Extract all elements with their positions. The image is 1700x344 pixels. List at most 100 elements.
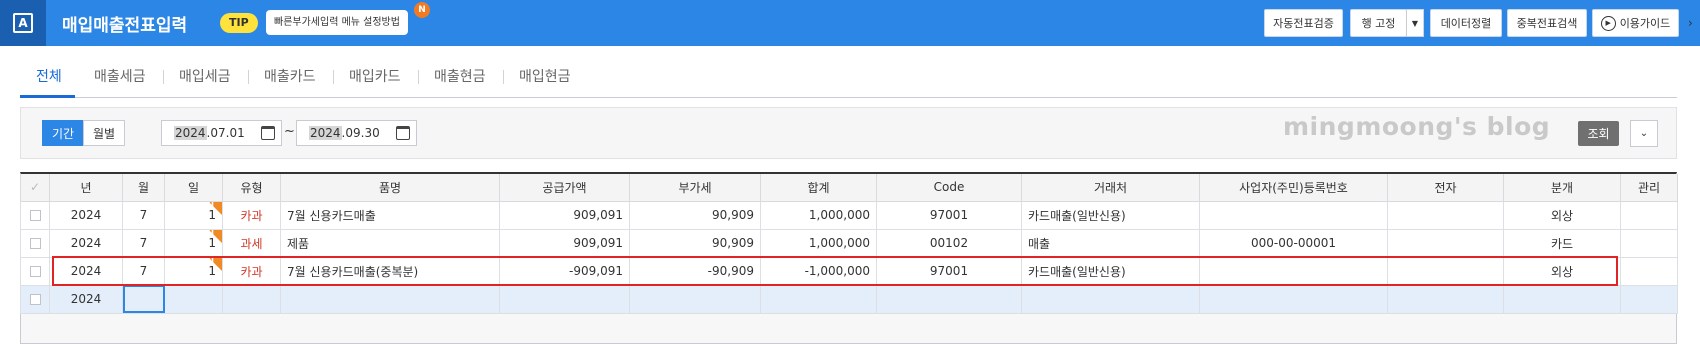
tip-bubble[interactable]: 빠른부가세입력 메뉴 설정방법 bbox=[266, 10, 408, 35]
cell-month[interactable]: 7 bbox=[122, 228, 165, 258]
start-date-input[interactable]: 2024.07.01 bbox=[161, 120, 282, 146]
cell-bizno[interactable] bbox=[1199, 200, 1388, 230]
cell-supply-input[interactable] bbox=[499, 284, 630, 314]
cell-total-input[interactable] bbox=[760, 284, 877, 314]
calendar-icon[interactable] bbox=[261, 126, 275, 140]
cell-item[interactable]: 7월 신용카드매출 bbox=[280, 200, 500, 230]
expand-toggle[interactable]: ⌄ bbox=[1630, 120, 1658, 147]
cell-partner-input[interactable] bbox=[1021, 284, 1200, 314]
col-header-code[interactable]: Code bbox=[876, 174, 1022, 202]
cell-type-input[interactable] bbox=[222, 284, 281, 314]
col-header-item[interactable]: 품명 bbox=[280, 174, 500, 202]
row-checkbox-cell[interactable] bbox=[20, 200, 50, 230]
cell-code[interactable]: 97001 bbox=[876, 256, 1022, 286]
cell-vat[interactable]: 90,909 bbox=[629, 228, 761, 258]
cell-total[interactable]: 1,000,000 bbox=[760, 200, 877, 230]
cell-electronic[interactable] bbox=[1387, 256, 1504, 286]
cell-total[interactable]: 1,000,000 bbox=[760, 228, 877, 258]
cell-month[interactable]: 7 bbox=[122, 256, 165, 286]
cell-month[interactable]: 7 bbox=[122, 200, 165, 230]
guide-button[interactable]: ▶ 이용가이드 bbox=[1592, 9, 1679, 37]
app-logo[interactable]: A bbox=[0, 0, 46, 46]
col-header-bizno[interactable]: 사업자(주민)등록번호 bbox=[1199, 174, 1388, 202]
row-checkbox[interactable] bbox=[29, 266, 41, 277]
cell-vat-input[interactable] bbox=[629, 284, 761, 314]
col-header-partner[interactable]: 거래처 bbox=[1021, 174, 1200, 202]
auto-verify-button[interactable]: 자동전표검증 bbox=[1264, 9, 1343, 37]
cell-journal[interactable]: 카드 bbox=[1503, 228, 1621, 258]
cell-code[interactable]: 00102 bbox=[876, 228, 1022, 258]
cell-supply[interactable]: -909,091 bbox=[499, 256, 630, 286]
tab-purchase-card[interactable]: 매입카드 bbox=[349, 66, 401, 86]
cell-type[interactable]: 과세 bbox=[222, 228, 281, 258]
cell-day[interactable]: 1U bbox=[164, 200, 223, 230]
col-header-check[interactable]: ✓ bbox=[20, 174, 50, 202]
tip-badge[interactable]: TIP bbox=[220, 13, 258, 33]
cell-year[interactable]: 2024 bbox=[49, 256, 123, 286]
cell-manage[interactable] bbox=[1620, 200, 1678, 230]
row-checkbox-cell[interactable] bbox=[20, 228, 50, 258]
cell-year[interactable]: 2024 bbox=[49, 200, 123, 230]
cell-year[interactable]: 2024 bbox=[49, 284, 123, 314]
row-fix-dropdown[interactable]: ▼ bbox=[1406, 9, 1424, 37]
tab-purchase-cash[interactable]: 매입현금 bbox=[519, 66, 571, 86]
col-header-day[interactable]: 일 bbox=[164, 174, 223, 202]
cell-day[interactable]: 1N bbox=[164, 256, 223, 286]
cell-item[interactable]: 7월 신용카드매출(중복분) bbox=[280, 256, 500, 286]
monthly-toggle[interactable]: 월별 bbox=[83, 120, 125, 146]
dup-search-button[interactable]: 중복전표검색 bbox=[1507, 9, 1587, 37]
cell-vat[interactable]: -90,909 bbox=[629, 256, 761, 286]
tab-sales-card[interactable]: 매출카드 bbox=[264, 66, 316, 86]
cell-partner[interactable]: 카드매출(일반신용) bbox=[1021, 256, 1200, 286]
chevron-right-icon[interactable]: › bbox=[1688, 16, 1693, 30]
new-entry-row[interactable]: 2024 bbox=[20, 284, 1678, 314]
col-header-manage[interactable]: 관리 bbox=[1620, 174, 1678, 202]
cell-manage[interactable] bbox=[1620, 256, 1678, 286]
cell-journal-input[interactable] bbox=[1503, 284, 1621, 314]
cell-manage-input[interactable] bbox=[1620, 284, 1678, 314]
row-checkbox[interactable] bbox=[29, 238, 41, 249]
col-header-electronic[interactable]: 전자 bbox=[1387, 174, 1504, 202]
col-header-type[interactable]: 유형 bbox=[222, 174, 281, 202]
cell-code-input[interactable] bbox=[876, 284, 1022, 314]
cell-type[interactable]: 카과 bbox=[222, 256, 281, 286]
cell-code[interactable]: 97001 bbox=[876, 200, 1022, 230]
table-row[interactable]: 2024 7 1U 카과 7월 신용카드매출 909,091 90,909 1,… bbox=[20, 200, 1678, 230]
cell-item[interactable]: 제품 bbox=[280, 228, 500, 258]
col-header-year[interactable]: 년 bbox=[49, 174, 123, 202]
cell-year[interactable]: 2024 bbox=[49, 228, 123, 258]
cell-bizno-input[interactable] bbox=[1199, 284, 1388, 314]
calendar-icon[interactable] bbox=[396, 126, 410, 140]
cell-partner[interactable]: 카드매출(일반신용) bbox=[1021, 200, 1200, 230]
data-sort-button[interactable]: 데이터정렬 bbox=[1430, 9, 1502, 37]
cell-electronic[interactable] bbox=[1387, 228, 1504, 258]
col-header-journal[interactable]: 분개 bbox=[1503, 174, 1621, 202]
cell-manage[interactable] bbox=[1620, 228, 1678, 258]
cell-type[interactable]: 카과 bbox=[222, 200, 281, 230]
col-header-month[interactable]: 월 bbox=[122, 174, 165, 202]
cell-electronic-input[interactable] bbox=[1387, 284, 1504, 314]
table-row[interactable]: 2024 7 1U 과세 제품 909,091 90,909 1,000,000… bbox=[20, 228, 1678, 258]
cell-day[interactable]: 1U bbox=[164, 228, 223, 258]
cell-bizno[interactable]: 000-00-00001 bbox=[1199, 228, 1388, 258]
col-header-vat[interactable]: 부가세 bbox=[629, 174, 761, 202]
cell-electronic[interactable] bbox=[1387, 200, 1504, 230]
cell-vat[interactable]: 90,909 bbox=[629, 200, 761, 230]
cell-supply[interactable]: 909,091 bbox=[499, 228, 630, 258]
col-header-total[interactable]: 합계 bbox=[760, 174, 877, 202]
cell-supply[interactable]: 909,091 bbox=[499, 200, 630, 230]
tab-sales-cash[interactable]: 매출현금 bbox=[434, 66, 486, 86]
end-date-input[interactable]: 2024.09.30 bbox=[296, 120, 417, 146]
table-row[interactable]: 2024 7 1N 카과 7월 신용카드매출(중복분) -909,091 -90… bbox=[20, 256, 1678, 286]
tab-all[interactable]: 전체 bbox=[36, 66, 62, 86]
row-checkbox-cell[interactable] bbox=[20, 256, 50, 286]
tab-purchase-tax[interactable]: 매입세금 bbox=[179, 66, 231, 86]
row-checkbox[interactable] bbox=[29, 294, 41, 305]
cell-item-input[interactable] bbox=[280, 284, 500, 314]
cell-bizno[interactable] bbox=[1199, 256, 1388, 286]
cell-journal[interactable]: 외상 bbox=[1503, 200, 1621, 230]
cell-day-input[interactable] bbox=[164, 284, 223, 314]
row-checkbox-cell[interactable] bbox=[20, 284, 50, 314]
col-header-supply[interactable]: 공급가액 bbox=[499, 174, 630, 202]
period-toggle[interactable]: 기간 bbox=[42, 120, 84, 146]
